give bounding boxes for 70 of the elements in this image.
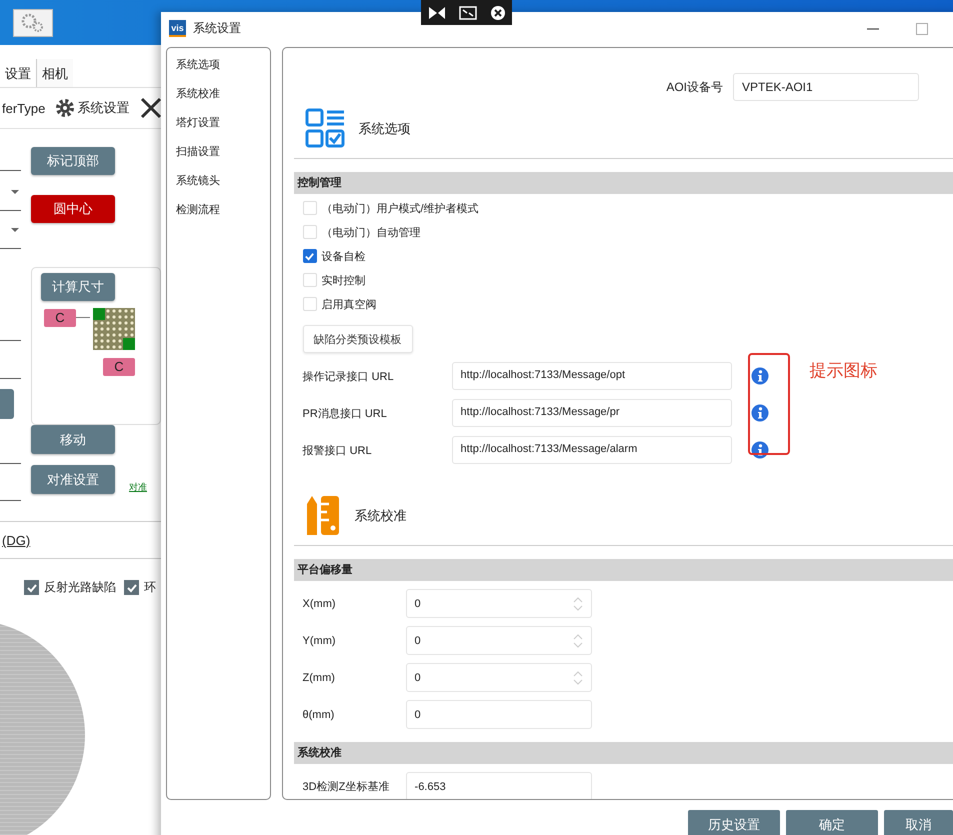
- checkbox-label: （电动门）用户模式/维护者模式: [322, 202, 479, 216]
- field-label: θ(mm): [302, 708, 336, 720]
- number-field[interactable]: 0: [406, 626, 592, 655]
- tab[interactable]: 相机: [37, 59, 73, 87]
- template-button[interactable]: 缺陷分类预设模板: [302, 325, 413, 353]
- app-logo: vis: [169, 20, 186, 37]
- number-field[interactable]: 0: [406, 589, 592, 618]
- checkbox-label: 设备自检: [322, 250, 366, 264]
- window-title: 系统设置: [193, 20, 241, 37]
- footer-button[interactable]: 确定: [786, 810, 878, 835]
- field-label: PR消息接口 URL: [302, 406, 388, 420]
- action-button[interactable]: 移动: [31, 425, 115, 454]
- section-title: 系统校准: [354, 507, 407, 525]
- checkbox[interactable]: [302, 249, 317, 263]
- checkbox-label: 启用真空阀: [322, 298, 377, 312]
- input-field[interactable]: VPTEK-AOI1: [733, 73, 919, 101]
- number-field[interactable]: -6.653: [406, 772, 592, 799]
- number-field[interactable]: 0: [406, 663, 592, 692]
- footer-button[interactable]: 历史设置: [688, 810, 780, 835]
- info-icon[interactable]: [750, 441, 769, 459]
- gear-icon[interactable]: [13, 8, 53, 36]
- group-header: 控制管理: [294, 172, 953, 194]
- toolbar-label[interactable]: ferType: [2, 100, 46, 116]
- leader-line: [76, 317, 90, 318]
- field-label: 报警接口 URL: [302, 444, 373, 458]
- field-label: 操作记录接口 URL: [302, 370, 395, 384]
- checklist-icon: [304, 108, 345, 148]
- info-icon[interactable]: [750, 404, 769, 422]
- close-icon[interactable]: [490, 4, 506, 20]
- link[interactable]: 对准: [129, 481, 147, 494]
- url-field[interactable]: http://localhost:7133/Message/alarm: [452, 436, 732, 464]
- tools-icon[interactable]: [139, 96, 161, 120]
- action-button[interactable]: 标记顶部: [31, 147, 115, 175]
- checkbox[interactable]: [24, 580, 39, 595]
- nav-item[interactable]: 检测流程: [176, 199, 270, 228]
- annotation-text: 提示图标: [810, 360, 878, 382]
- nav-item[interactable]: 扫描设置: [176, 141, 270, 170]
- calculate-size-button[interactable]: 计算尺寸: [41, 273, 115, 301]
- ruler-pencil-icon: [304, 494, 341, 536]
- action-button[interactable]: 圆中心: [31, 195, 115, 223]
- group-header: 平台偏移量: [294, 559, 953, 581]
- resize-icon[interactable]: [458, 6, 476, 20]
- nav-item[interactable]: 塔灯设置: [176, 112, 270, 141]
- nav-item[interactable]: 系统校准: [176, 83, 270, 112]
- number-field[interactable]: 0: [406, 700, 592, 729]
- link[interactable]: (DG): [2, 533, 30, 548]
- info-icon[interactable]: [750, 367, 769, 385]
- checkbox-label: 实时控制: [322, 274, 366, 288]
- nav-item[interactable]: 系统选项: [176, 54, 270, 83]
- url-field[interactable]: http://localhost:7133/Message/pr: [452, 399, 732, 427]
- settings-toolbar-button[interactable]: 系统设置: [55, 98, 130, 118]
- marker-tag[interactable]: C: [103, 358, 135, 376]
- section-title: 系统选项: [358, 120, 411, 138]
- action-button[interactable]: 对准设置: [31, 465, 115, 494]
- footer-button[interactable]: 取消: [884, 810, 953, 835]
- group-header: 系统校准: [294, 742, 953, 764]
- settings-icon: [55, 98, 76, 118]
- checkbox-label: 环: [144, 579, 156, 596]
- url-field[interactable]: http://localhost:7133/Message/opt: [452, 362, 732, 390]
- checkbox-label: 反射光路缺陷: [44, 579, 116, 596]
- field-label: X(mm): [302, 598, 337, 610]
- marker-tag[interactable]: C: [44, 309, 76, 327]
- field-label: AOI设备号: [666, 78, 723, 96]
- field-label: Y(mm): [302, 634, 337, 646]
- checkbox-label: （电动门）自动管理: [322, 226, 421, 240]
- checkbox[interactable]: [124, 580, 139, 595]
- chip-pattern-drawing: [93, 308, 135, 350]
- field-label: 3D检测Z坐标基准: [302, 780, 390, 794]
- field-label: Z(mm): [302, 672, 336, 684]
- nav-item[interactable]: 系统镜头: [176, 170, 270, 199]
